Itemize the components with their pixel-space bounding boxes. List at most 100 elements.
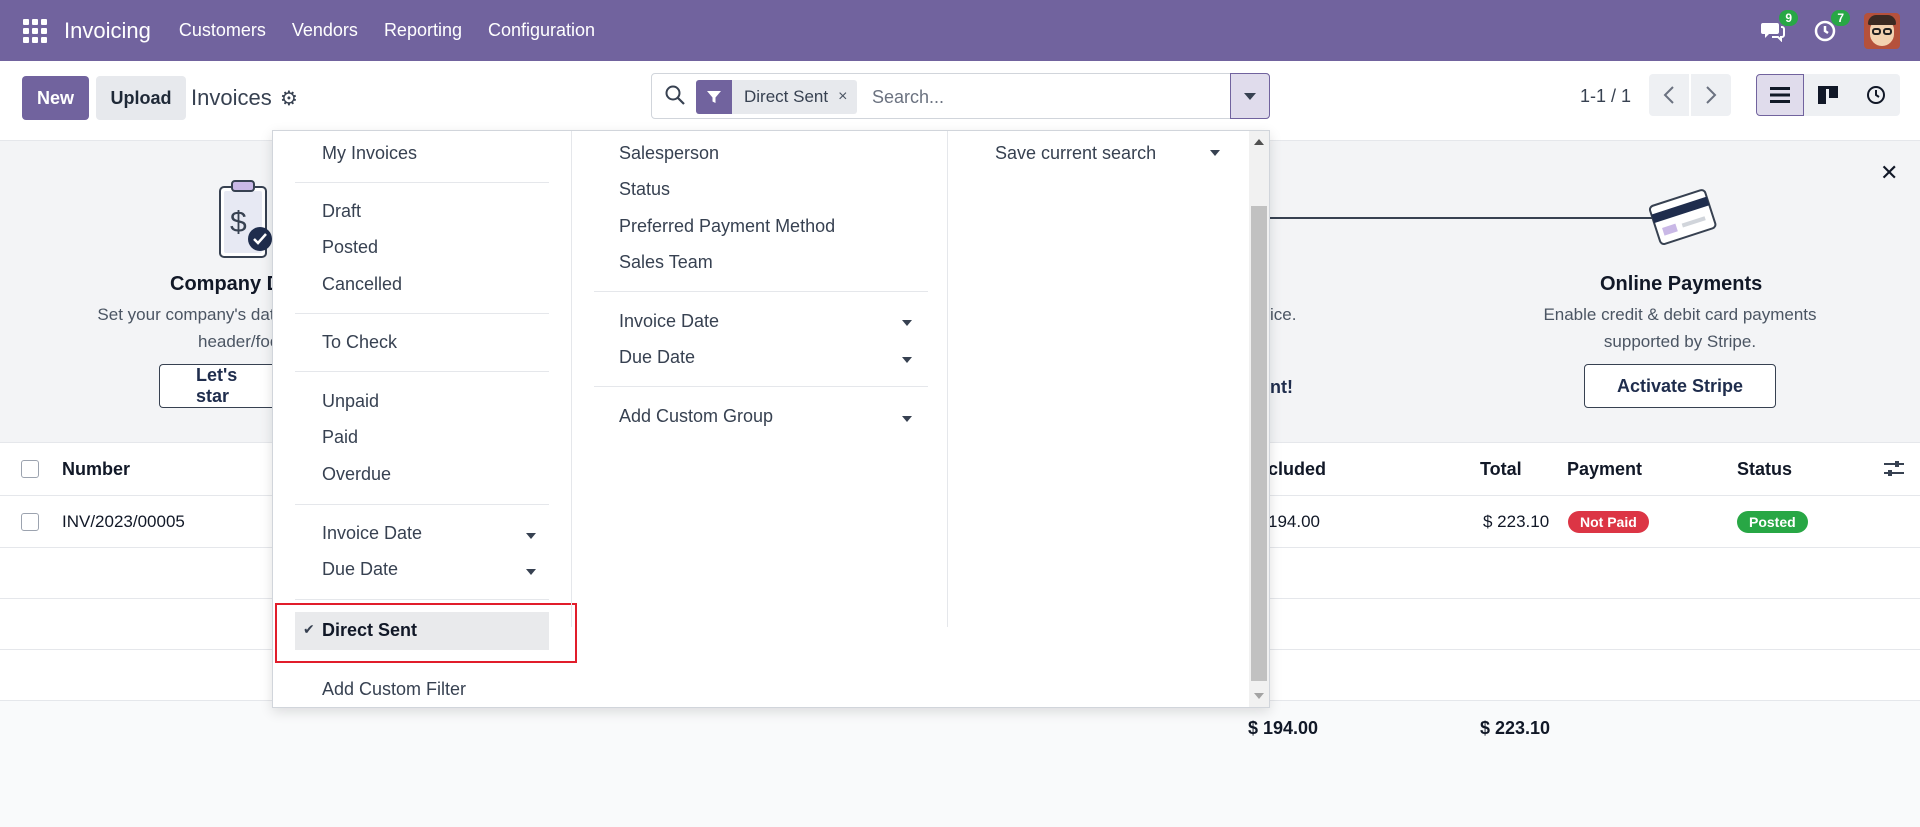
caret-down-icon[interactable] — [902, 320, 912, 326]
filter-overdue[interactable]: Overdue — [322, 464, 391, 485]
caret-down-icon[interactable] — [526, 533, 536, 539]
filter-draft[interactable]: Draft — [322, 201, 361, 222]
list-view-button[interactable] — [1756, 74, 1804, 116]
column-number[interactable]: Number — [62, 443, 130, 495]
user-avatar[interactable] — [1864, 12, 1900, 49]
groupby-invoice-date[interactable]: Invoice Date — [619, 311, 719, 332]
menu-configuration[interactable]: Configuration — [488, 20, 595, 41]
kanban-view-button[interactable] — [1804, 74, 1852, 116]
groupby-due-date[interactable]: Due Date — [619, 347, 695, 368]
caret-down-icon[interactable] — [902, 416, 912, 422]
caret-down-icon — [1244, 92, 1256, 100]
caret-down-icon[interactable] — [902, 357, 912, 363]
facet-remove-icon[interactable]: × — [838, 88, 857, 106]
filter-icon — [696, 80, 732, 114]
column-total[interactable]: Total — [1480, 443, 1522, 495]
groupby-status[interactable]: Status — [619, 179, 670, 200]
step-company-description: Set your company's data header/foot — [97, 305, 284, 351]
facet-label: Direct Sent — [744, 87, 829, 106]
pager-previous-button[interactable] — [1649, 74, 1689, 116]
app-menu-grid-icon[interactable] — [22, 18, 48, 44]
filter-cancelled[interactable]: Cancelled — [322, 274, 402, 295]
search-icon[interactable] — [664, 84, 686, 106]
optional-columns-icon[interactable] — [1884, 443, 1904, 495]
step-company-title: Company D — [170, 273, 282, 295]
step-payments-title: Online Payments — [1600, 273, 1763, 295]
pager-value[interactable]: 1-1 / 1 — [1580, 86, 1631, 107]
status-badge: Posted — [1737, 510, 1808, 533]
search-options-toggle[interactable] — [1230, 73, 1270, 119]
favorites-column: Save current search — [947, 131, 1251, 627]
divider — [295, 182, 549, 183]
scroll-down-arrow-icon[interactable] — [1254, 693, 1264, 699]
groupby-preferred-payment-method[interactable]: Preferred Payment Method — [619, 216, 835, 237]
divider — [594, 386, 928, 387]
caret-down-icon[interactable] — [1210, 150, 1220, 156]
search-options-dropdown: My Invoices Draft Posted Cancelled To Ch… — [272, 130, 1270, 708]
activities-count-badge: 7 — [1831, 9, 1850, 26]
clipboard-invoice-icon: $ — [219, 180, 272, 258]
add-custom-group[interactable]: Add Custom Group — [619, 406, 773, 427]
menu-vendors[interactable]: Vendors — [292, 20, 358, 41]
select-all-checkbox[interactable] — [21, 460, 39, 478]
chevron-right-icon — [1706, 86, 1717, 104]
app-name[interactable]: Invoicing — [64, 18, 151, 44]
total-amount: $ 223.10 — [1480, 717, 1551, 738]
activate-stripe-button[interactable]: Activate Stripe — [1584, 364, 1776, 408]
groupby-sales-team[interactable]: Sales Team — [619, 252, 713, 273]
page-title: Invoices — [191, 85, 272, 110]
menu-reporting[interactable]: Reporting — [384, 20, 462, 41]
filter-unpaid[interactable]: Unpaid — [322, 391, 379, 412]
new-button[interactable]: New — [22, 76, 89, 120]
divider — [295, 504, 549, 505]
filter-posted[interactable]: Posted — [322, 237, 378, 258]
activities-button[interactable]: 7 — [1812, 9, 1850, 44]
list-totals: $ 194.00 $ 223.10 — [0, 703, 1920, 753]
filter-to-check[interactable]: To Check — [322, 332, 397, 353]
kanban-icon — [1818, 86, 1838, 104]
list-icon — [1770, 87, 1790, 103]
highlight-box — [275, 603, 577, 663]
svg-text:$: $ — [230, 206, 247, 239]
filter-my-invoices[interactable]: My Invoices — [322, 143, 417, 164]
upload-button[interactable]: Upload — [96, 76, 186, 120]
control-panel: New Upload Invoices ⚙ Direct Sent × 1-1 … — [0, 61, 1920, 141]
step-connector-line — [1268, 217, 1660, 219]
search-facet: Direct Sent × — [696, 80, 858, 114]
filter-paid[interactable]: Paid — [322, 427, 358, 448]
payment-status-badge: Not Paid — [1568, 510, 1649, 533]
column-payment[interactable]: Payment — [1567, 443, 1642, 495]
step-middle-button-text[interactable]: nt! — [1270, 374, 1293, 401]
step-company-button[interactable]: Let's star — [159, 364, 273, 408]
filter-due-date[interactable]: Due Date — [322, 559, 398, 580]
dropdown-scrollbar[interactable] — [1249, 131, 1269, 707]
step-payments-description: Enable credit & debit card payments supp… — [1543, 305, 1817, 351]
step-middle-description: ice. — [1270, 305, 1297, 324]
top-navbar: Invoicing Customers Vendors Reporting Co… — [0, 0, 1920, 61]
pager-next-button[interactable] — [1691, 74, 1731, 116]
total-tax-included: $ 194.00 — [1248, 717, 1319, 738]
search-input[interactable] — [872, 82, 1222, 112]
clock-icon — [1867, 86, 1885, 104]
row-total: $ 223.10 — [1483, 511, 1550, 531]
gear-icon[interactable]: ⚙ — [280, 86, 298, 111]
divider — [295, 313, 549, 314]
chevron-left-icon — [1663, 86, 1674, 104]
column-status[interactable]: Status — [1737, 443, 1792, 495]
menu-customers[interactable]: Customers — [179, 20, 266, 41]
add-custom-filter[interactable]: Add Custom Filter — [322, 679, 466, 700]
messages-button[interactable]: 9 — [1760, 9, 1798, 44]
scroll-up-arrow-icon[interactable] — [1254, 139, 1264, 145]
column-tax-included[interactable]: cluded — [1268, 443, 1326, 495]
divider — [594, 291, 928, 292]
save-current-search[interactable]: Save current search — [995, 143, 1156, 164]
groupby-salesperson[interactable]: Salesperson — [619, 143, 719, 164]
activity-view-button[interactable] — [1852, 74, 1900, 116]
caret-down-icon[interactable] — [526, 569, 536, 575]
messages-count-badge: 9 — [1779, 9, 1798, 26]
close-icon[interactable]: ✕ — [1880, 160, 1898, 186]
row-checkbox[interactable] — [21, 512, 39, 531]
credit-card-icon — [1648, 189, 1717, 245]
scroll-thumb[interactable] — [1251, 206, 1267, 681]
filter-invoice-date[interactable]: Invoice Date — [322, 523, 422, 544]
